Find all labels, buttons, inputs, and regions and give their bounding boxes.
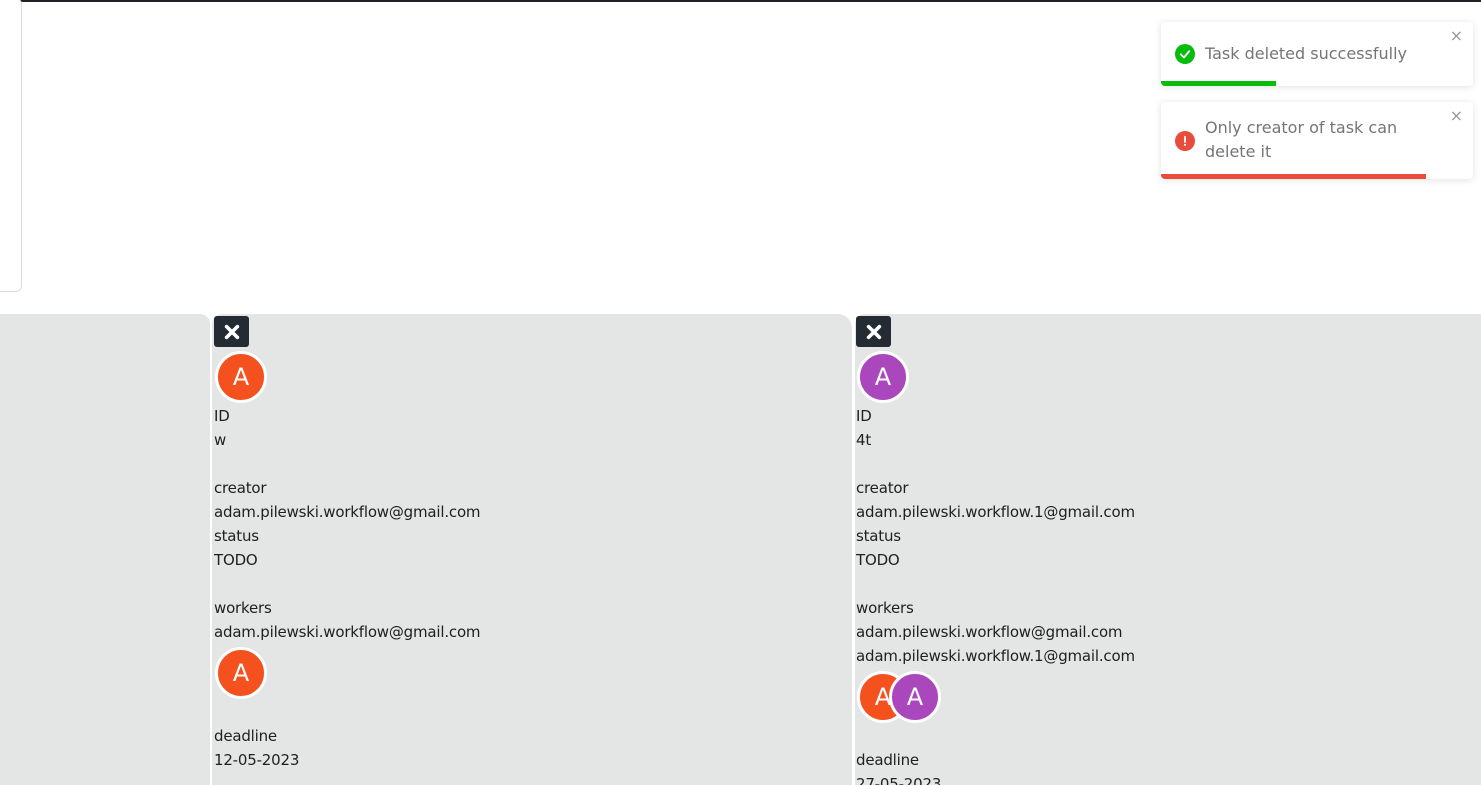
top-border <box>0 0 1481 2</box>
side-panel <box>0 0 22 292</box>
check-circle-icon <box>1175 44 1195 64</box>
toast-message: Only creator of task can delete it <box>1205 118 1398 161</box>
creator-label: creator <box>214 479 267 497</box>
delete-task-button[interactable] <box>856 316 891 347</box>
status-value: TODO <box>856 551 900 569</box>
task-column-middle <box>212 314 852 785</box>
deadline-value: 27-05-2023 <box>856 775 942 785</box>
deadline-label: deadline <box>856 751 919 769</box>
deadline-value: 12-05-2023 <box>214 751 300 769</box>
close-icon <box>224 324 239 339</box>
workers-label: workers <box>214 599 272 617</box>
toast-close-button[interactable]: × <box>1450 28 1463 44</box>
id-label: ID <box>214 407 230 425</box>
toast-message: Task deleted successfully <box>1205 44 1407 63</box>
creator-value: adam.pilewski.workflow.1@gmail.com <box>856 503 1135 521</box>
id-label: ID <box>856 407 872 425</box>
delete-task-button[interactable] <box>214 316 249 347</box>
id-value: w <box>214 431 227 449</box>
toast-error[interactable]: Only creator of task can delete it × <box>1161 102 1473 179</box>
workers-label: workers <box>856 599 914 617</box>
task-column-right <box>855 314 1481 785</box>
creator-value: adam.pilewski.workflow@gmail.com <box>214 503 481 521</box>
close-icon <box>866 324 881 339</box>
deadline-label: deadline <box>214 727 277 745</box>
toast-progress-bar <box>1161 174 1427 179</box>
creator-label: creator <box>856 479 909 497</box>
task-column-left <box>0 314 210 785</box>
worker-email: adam.pilewski.workflow@gmail.com <box>856 623 1123 641</box>
status-label: status <box>856 527 901 545</box>
status-value: TODO <box>214 551 258 569</box>
status-label: status <box>214 527 259 545</box>
worker-email: adam.pilewski.workflow.1@gmail.com <box>856 647 1135 665</box>
toast-progress-bar <box>1161 81 1277 86</box>
worker-avatar: A <box>889 671 941 723</box>
exclamation-circle-icon <box>1175 131 1195 151</box>
worker-avatar: A <box>215 647 267 699</box>
worker-email: adam.pilewski.workflow@gmail.com <box>214 623 481 641</box>
creator-avatar: A <box>857 351 909 403</box>
creator-avatar: A <box>215 351 267 403</box>
toast-success[interactable]: Task deleted successfully × <box>1161 22 1473 86</box>
id-value: 4t <box>856 431 872 449</box>
toast-close-button[interactable]: × <box>1450 108 1463 124</box>
